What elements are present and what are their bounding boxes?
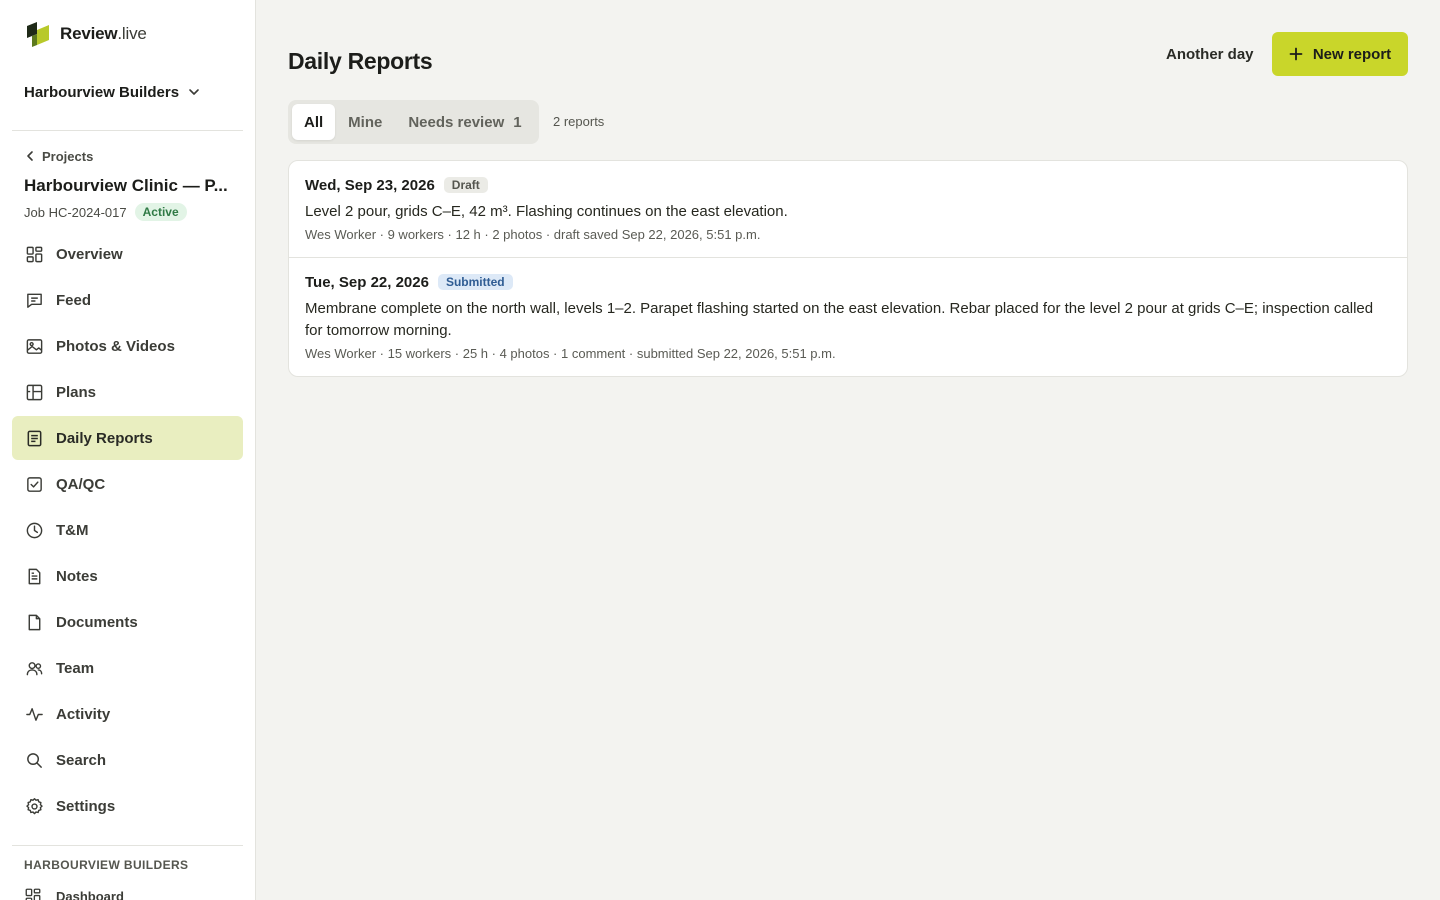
- nav-item-photos-videos[interactable]: Photos & Videos: [12, 324, 243, 368]
- message-square-icon: [24, 290, 44, 310]
- sidebar-divider: [12, 130, 243, 131]
- sidebar: Review.live Harbourview Builders Project…: [0, 0, 256, 900]
- report-date: Tue, Sep 22, 2026: [305, 273, 429, 291]
- plus-icon: [1289, 47, 1303, 61]
- search-icon: [24, 750, 44, 770]
- status-badge: Draft: [443, 177, 488, 193]
- tab-label: All: [304, 113, 324, 131]
- tab-label: Needs review: [408, 113, 505, 131]
- report-header: Wed, Sep 23, 2026 Draft: [305, 175, 1391, 195]
- report-count: 2 reports: [553, 114, 605, 129]
- report-list: Wed, Sep 23, 2026 Draft Level 2 pour, gr…: [288, 160, 1408, 377]
- clipboard-list-icon: [24, 428, 44, 448]
- nav-label: Photos & Videos: [56, 337, 175, 355]
- nav-item-plans[interactable]: Plans: [12, 370, 243, 414]
- nav-label: Plans: [56, 383, 97, 401]
- report-summary: Level 2 pour, grids C–E, 42 m³. Flashing…: [305, 203, 788, 220]
- project-job-row: Job HC-2024-017 Active: [24, 202, 187, 222]
- image-icon: [24, 336, 44, 356]
- report-meta: Wes Worker · 9 workers · 12 h · 2 photos…: [305, 227, 761, 242]
- nav-label: T&M: [56, 521, 89, 539]
- floor-plan-icon: [24, 382, 44, 402]
- back-to-projects-link[interactable]: Projects: [24, 146, 93, 166]
- status-badge: Submitted: [437, 274, 513, 290]
- tab-all[interactable]: All: [292, 104, 336, 140]
- tab-needs-review[interactable]: Needs review 1: [395, 104, 534, 140]
- dashboard-label: Dashboard: [56, 888, 124, 900]
- nav-label: Daily Reports: [56, 429, 153, 447]
- sidebar-divider: [12, 845, 243, 846]
- nav-item-daily-reports[interactable]: Daily Reports: [12, 416, 243, 460]
- users-icon: [24, 658, 44, 678]
- nav-label: Documents: [56, 613, 138, 631]
- new-report-button[interactable]: New report: [1272, 32, 1408, 76]
- nav-item-tm[interactable]: T&M: [12, 508, 243, 552]
- report-date: Wed, Sep 23, 2026: [305, 176, 435, 194]
- tab-label: Mine: [348, 113, 383, 131]
- org-name: Harbourview Builders: [24, 83, 180, 101]
- page-title: Daily Reports: [288, 48, 433, 74]
- nav-item-team[interactable]: Team: [12, 646, 243, 690]
- nav-item-settings[interactable]: Settings: [12, 784, 243, 828]
- nav-label: Settings: [56, 797, 116, 815]
- org-switcher[interactable]: Harbourview Builders: [24, 80, 201, 104]
- grid-icon: [24, 244, 44, 264]
- nav-item-search[interactable]: Search: [12, 738, 243, 782]
- tab-count-badge: 1: [513, 113, 522, 131]
- report-row[interactable]: Wed, Sep 23, 2026 Draft Level 2 pour, gr…: [289, 161, 1407, 257]
- back-link-label: Projects: [42, 148, 94, 164]
- org-section-label: HARBOURVIEW BUILDERS: [24, 858, 189, 872]
- nav-item-qaqc[interactable]: QA/QC: [12, 462, 243, 506]
- clock-icon: [24, 520, 44, 540]
- nav-label: QA/QC: [56, 475, 106, 493]
- nav-item-activity[interactable]: Activity: [12, 692, 243, 736]
- report-row[interactable]: Tue, Sep 22, 2026 Submitted Membrane com…: [289, 257, 1407, 376]
- nav-label: Search: [56, 751, 107, 769]
- filter-tabs: All Mine Needs review 1: [288, 100, 539, 144]
- check-square-icon: [24, 474, 44, 494]
- brand[interactable]: Review.live: [24, 20, 147, 48]
- nav-item-dashboard[interactable]: Dashboard: [24, 884, 124, 900]
- job-number: Job HC-2024-017: [24, 204, 127, 220]
- project-nav: Overview Feed Photos & Videos Plans Dail…: [12, 232, 243, 830]
- file-icon: [24, 612, 44, 632]
- tab-mine[interactable]: Mine: [335, 104, 395, 140]
- report-summary: Membrane complete on the north wall, lev…: [305, 300, 1374, 339]
- nav-item-overview[interactable]: Overview: [12, 232, 243, 276]
- note-icon: [24, 566, 44, 586]
- nav-label: Team: [56, 659, 95, 677]
- gear-icon: [24, 796, 44, 816]
- nav-item-documents[interactable]: Documents: [12, 600, 243, 644]
- another-day-button[interactable]: Another day: [1152, 38, 1268, 70]
- brand-name: Review.live: [60, 24, 147, 43]
- project-name: Harbourview Clinic — P...: [24, 176, 228, 195]
- brand-logo-icon: [27, 22, 49, 47]
- nav-label: Activity: [56, 705, 111, 723]
- chevron-left-icon: [27, 151, 33, 161]
- chevron-down-icon: [189, 89, 199, 95]
- status-badge: Active: [134, 203, 187, 221]
- activity-icon: [24, 704, 44, 724]
- nav-label: Feed: [56, 291, 92, 309]
- nav-label: Notes: [56, 567, 98, 585]
- nav-item-notes[interactable]: Notes: [12, 554, 243, 598]
- report-header: Tue, Sep 22, 2026 Submitted: [305, 272, 1391, 292]
- grid-icon: [25, 888, 41, 900]
- report-meta: Wes Worker · 15 workers · 25 h · 4 photo…: [305, 346, 836, 361]
- nav-item-feed[interactable]: Feed: [12, 278, 243, 322]
- new-report-label: New report: [1312, 45, 1392, 63]
- nav-label: Overview: [56, 245, 123, 263]
- main-content: Daily Reports Another day New report All…: [256, 0, 1440, 900]
